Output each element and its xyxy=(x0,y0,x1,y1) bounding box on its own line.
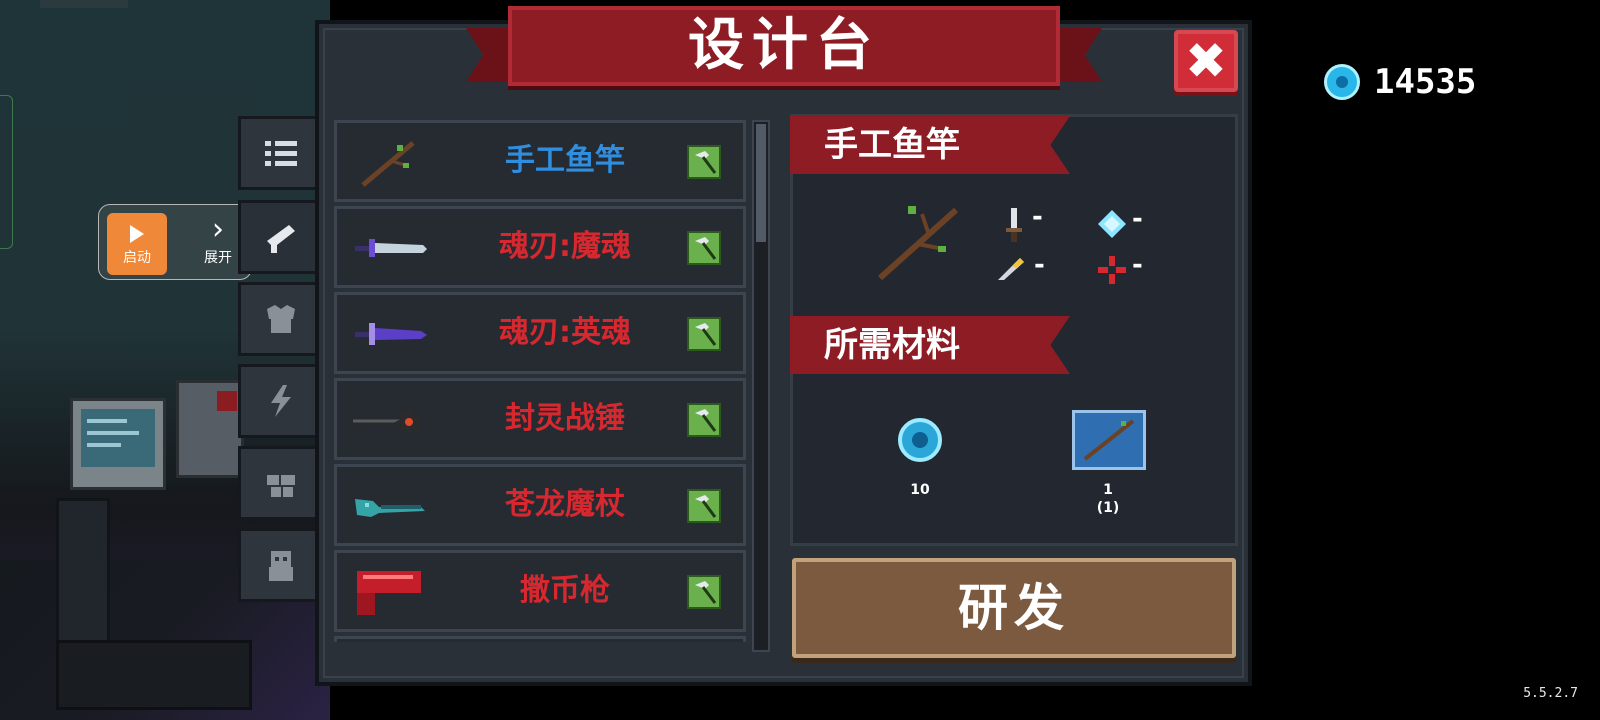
scrollbar-thumb[interactable] xyxy=(756,124,766,242)
crosshair-stat-icon xyxy=(1098,256,1126,284)
chevron-right-icon: › xyxy=(212,212,224,247)
material-blueprint-count: 1 xyxy=(1103,482,1113,498)
scene-counter xyxy=(56,640,252,710)
tab-characters[interactable] xyxy=(238,528,320,602)
material-gem-count: 10 xyxy=(910,482,930,498)
item-name: 魂刃:英魂 xyxy=(499,315,631,350)
research-label: 研发 xyxy=(958,579,1070,637)
game-scene-background xyxy=(0,0,330,720)
close-button[interactable]: ✖ xyxy=(1174,30,1238,92)
stat-accuracy: - xyxy=(1098,250,1143,291)
lightning-icon xyxy=(271,385,291,417)
character-icon xyxy=(269,551,293,581)
list-item[interactable] xyxy=(334,636,746,642)
feather-stat-icon xyxy=(998,258,1024,280)
tab-materials[interactable] xyxy=(238,446,320,520)
start-label: 启动 xyxy=(123,250,151,266)
item-name: 苍龙魔杖 xyxy=(505,487,625,522)
craftable-hammer-icon xyxy=(687,403,721,437)
item-name: 撒币枪 xyxy=(520,573,610,608)
gem-icon xyxy=(1324,64,1360,100)
stat-crit: - xyxy=(996,250,1045,289)
list-icon xyxy=(265,141,297,166)
diamond-stat-icon xyxy=(1098,210,1126,238)
material-blueprint-owned: (1) xyxy=(1096,500,1120,516)
play-icon xyxy=(130,225,144,243)
close-icon: ✖ xyxy=(1185,32,1227,90)
list-item[interactable]: 手工鱼竿 xyxy=(334,120,746,202)
stat-attack-value: - xyxy=(1032,202,1043,232)
scene-cabinet xyxy=(56,498,110,654)
scene-robot xyxy=(176,380,244,478)
tab-all-list[interactable] xyxy=(238,116,320,190)
stat-energy-value: - xyxy=(1132,204,1143,234)
stat-attack: - xyxy=(1004,202,1043,249)
page-title: 设计台 xyxy=(688,13,880,78)
selected-item-name: 手工鱼竿 xyxy=(824,125,960,165)
expand-label: 展开 xyxy=(204,250,232,266)
dragon-staff-icon xyxy=(355,499,425,517)
stat-crit-value: - xyxy=(1034,250,1045,280)
armor-icon xyxy=(267,305,295,333)
craftable-hammer-icon xyxy=(687,231,721,265)
craftable-hammer-icon xyxy=(687,489,721,523)
craftable-hammer-icon xyxy=(687,145,721,179)
materials-ribbon: 所需材料 xyxy=(790,316,1070,374)
side-indicator xyxy=(0,95,13,249)
blueprint-list: 手工鱼竿 魂刃:魔魂 魂刃:英魂 封灵战锤 苍龙魔杖 撒币枪 xyxy=(334,118,748,642)
stat-energy: - xyxy=(1098,204,1143,245)
scene-monitor xyxy=(70,398,166,490)
sword-stat-icon xyxy=(1006,208,1022,242)
selected-fishing-rod-icon xyxy=(877,206,959,281)
gem-icon xyxy=(898,418,942,462)
blueprint-icon xyxy=(1072,410,1146,470)
fishing-rod-icon xyxy=(361,141,415,187)
scene-wall-edge xyxy=(40,0,128,8)
materials-icon xyxy=(267,475,295,497)
title-banner: 设计台 xyxy=(466,4,1102,104)
plugin-widget: 启动 › 展开 xyxy=(98,204,252,280)
purple-sword-icon xyxy=(355,239,427,257)
craftable-hammer-icon xyxy=(687,575,721,609)
list-item[interactable]: 撒币枪 xyxy=(334,550,746,632)
expand-button[interactable]: › 展开 xyxy=(191,213,245,275)
start-button[interactable]: 启动 xyxy=(107,213,167,275)
gem-count: 14535 xyxy=(1374,62,1477,102)
item-name: 魂刃:魔魂 xyxy=(499,229,631,264)
craftable-hammer-icon xyxy=(687,317,721,351)
list-scrollbar[interactable] xyxy=(752,120,770,652)
materials-heading: 所需材料 xyxy=(824,325,960,365)
war-hammer-icon xyxy=(353,407,425,437)
stat-accuracy-value: - xyxy=(1132,250,1143,280)
list-item[interactable]: 魂刃:英魂 xyxy=(334,292,746,374)
version-label: 5.5.2.7 xyxy=(1523,686,1578,701)
item-name: 手工鱼竿 xyxy=(505,143,625,178)
list-item[interactable]: 封灵战锤 xyxy=(334,378,746,460)
list-item[interactable]: 魂刃:魔魂 xyxy=(334,206,746,288)
list-item[interactable]: 苍龙魔杖 xyxy=(334,464,746,546)
tab-skills[interactable] xyxy=(238,364,320,438)
research-button[interactable]: 研发 xyxy=(792,558,1236,658)
item-name: 封灵战锤 xyxy=(505,401,625,436)
tab-armor[interactable] xyxy=(238,282,320,356)
purple-blade-icon xyxy=(355,323,427,345)
selected-item-ribbon: 手工鱼竿 xyxy=(790,116,1070,174)
weapon-icon xyxy=(267,225,295,253)
coin-gun-icon xyxy=(357,571,421,615)
tab-weapons[interactable] xyxy=(238,200,320,274)
